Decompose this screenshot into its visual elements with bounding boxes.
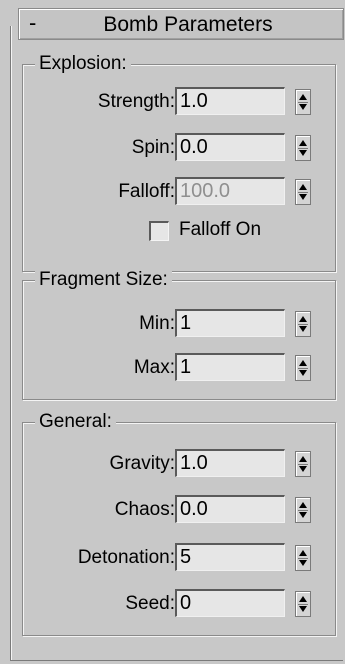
spinner-up-icon[interactable] xyxy=(299,502,307,508)
seed-input[interactable]: 0 xyxy=(175,589,285,617)
spinner-up-icon[interactable] xyxy=(299,596,307,602)
max-row: Max: 1 xyxy=(23,353,335,383)
chaos-row: Chaos: 0.0 xyxy=(23,495,335,525)
detonation-spinner[interactable] xyxy=(295,545,311,571)
gravity-spinner[interactable] xyxy=(295,451,311,477)
rollout-header[interactable]: - Bomb Parameters xyxy=(18,8,344,40)
spinner-up-icon xyxy=(299,184,307,190)
spinner-down-icon[interactable] xyxy=(299,326,307,332)
min-spinner[interactable] xyxy=(295,311,311,337)
spinner-up-icon[interactable] xyxy=(299,360,307,366)
spin-row: Spin: 0.0 xyxy=(23,133,335,163)
spin-label: Spin: xyxy=(131,137,175,158)
chaos-label: Chaos: xyxy=(114,499,175,520)
seed-row: Seed: 0 xyxy=(23,589,335,619)
general-group-title: General: xyxy=(35,411,116,433)
fragment-size-group-title: Fragment Size: xyxy=(35,269,172,291)
spinner-down-icon[interactable] xyxy=(299,560,307,566)
max-label: Max: xyxy=(133,357,175,378)
chaos-spinner[interactable] xyxy=(295,497,311,523)
detonation-label: Detonation: xyxy=(77,547,175,568)
explosion-group-title: Explosion: xyxy=(35,53,131,75)
spinner-down-icon[interactable] xyxy=(299,104,307,110)
falloff-spinner xyxy=(295,179,311,205)
chaos-input[interactable]: 0.0 xyxy=(175,495,285,523)
falloff-on-row: Falloff On xyxy=(23,219,335,251)
detonation-row: Detonation: 5 xyxy=(23,543,335,573)
falloff-on-label[interactable]: Falloff On xyxy=(179,219,261,241)
falloff-input: 100.0 xyxy=(175,177,285,205)
spinner-down-icon xyxy=(299,194,307,200)
fragment-size-group: Fragment Size: Min: 1 Max: 1 xyxy=(22,269,336,400)
spin-spinner[interactable] xyxy=(295,135,311,161)
falloff-row: Falloff: 100.0 xyxy=(23,177,335,207)
spinner-down-icon[interactable] xyxy=(299,370,307,376)
min-row: Min: 1 xyxy=(23,309,335,339)
spinner-up-icon[interactable] xyxy=(299,94,307,100)
max-spinner[interactable] xyxy=(295,355,311,381)
spinner-down-icon[interactable] xyxy=(299,466,307,472)
general-group: General: Gravity: 1.0 Chaos: 0.0 Detonat… xyxy=(22,411,336,636)
gravity-label: Gravity: xyxy=(109,453,175,474)
spinner-down-icon[interactable] xyxy=(299,606,307,612)
spinner-up-icon[interactable] xyxy=(299,140,307,146)
gravity-input[interactable]: 1.0 xyxy=(175,449,285,477)
spinner-up-icon[interactable] xyxy=(299,316,307,322)
min-label: Min: xyxy=(139,313,175,334)
min-input[interactable]: 1 xyxy=(175,309,285,337)
falloff-label: Falloff: xyxy=(118,181,175,202)
spinner-down-icon[interactable] xyxy=(299,512,307,518)
seed-spinner[interactable] xyxy=(295,591,311,617)
rollout-title: Bomb Parameters xyxy=(103,13,273,36)
strength-input[interactable]: 1.0 xyxy=(175,87,285,115)
detonation-input[interactable]: 5 xyxy=(175,543,285,571)
falloff-on-checkbox[interactable] xyxy=(149,221,169,241)
strength-spinner[interactable] xyxy=(295,89,311,115)
explosion-group: Explosion: Strength: 1.0 Spin: 0.0 Fallo… xyxy=(22,53,336,272)
spinner-up-icon[interactable] xyxy=(299,456,307,462)
spinner-down-icon[interactable] xyxy=(299,150,307,156)
spin-input[interactable]: 0.0 xyxy=(175,133,285,161)
seed-label: Seed: xyxy=(125,593,175,614)
strength-label: Strength: xyxy=(97,91,175,112)
max-input[interactable]: 1 xyxy=(175,353,285,381)
gravity-row: Gravity: 1.0 xyxy=(23,449,335,479)
strength-row: Strength: 1.0 xyxy=(23,87,335,117)
spinner-up-icon[interactable] xyxy=(299,550,307,556)
